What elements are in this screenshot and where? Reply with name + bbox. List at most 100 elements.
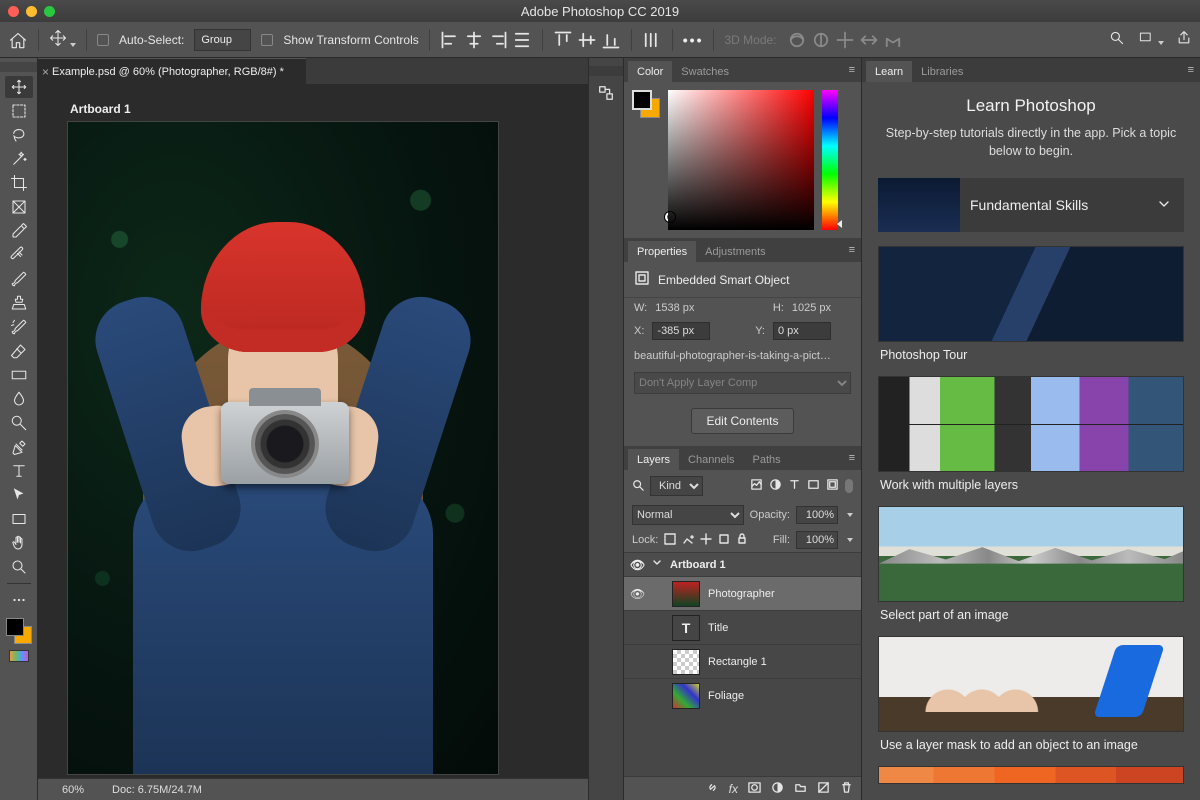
learn-accordion-fundamental[interactable]: Fundamental Skills: [878, 178, 1184, 232]
zoom-tool[interactable]: [5, 556, 33, 578]
filter-type-icon[interactable]: [788, 478, 801, 494]
trash-icon[interactable]: [840, 781, 853, 797]
layer-photographer[interactable]: 👁 Photographer: [624, 576, 861, 610]
tab-channels[interactable]: Channels: [679, 449, 743, 470]
layer-thumb[interactable]: [672, 581, 700, 607]
tab-libraries[interactable]: Libraries: [912, 61, 972, 82]
blend-mode-select[interactable]: Normal: [632, 505, 744, 525]
history-brush-tool[interactable]: [5, 316, 33, 338]
move-tool-icon[interactable]: [49, 29, 76, 50]
edit-toolbar[interactable]: [5, 589, 33, 611]
filter-pixel-icon[interactable]: [750, 478, 763, 494]
layer-foliage[interactable]: Foliage: [624, 678, 861, 712]
doc-size[interactable]: Doc: 6.75M/24.7M: [112, 784, 202, 796]
share-icon[interactable]: [1176, 30, 1192, 49]
tab-swatches[interactable]: Swatches: [672, 61, 738, 82]
search-icon[interactable]: [1109, 30, 1125, 49]
canvas[interactable]: [68, 122, 498, 774]
home-button[interactable]: [8, 31, 28, 49]
filter-search-icon[interactable]: [632, 479, 644, 494]
align-bottom-icon[interactable]: [601, 30, 621, 50]
layer-fx-icon[interactable]: fx: [729, 782, 738, 796]
layer-filter-kind[interactable]: Kind: [650, 476, 703, 496]
learn-tile-mask[interactable]: Use a layer mask to add an object to an …: [878, 636, 1184, 752]
layer-title[interactable]: T Title: [624, 610, 861, 644]
layer-mask-icon[interactable]: [748, 781, 761, 797]
3d-roll-icon[interactable]: [811, 30, 831, 50]
auto-select-checkbox[interactable]: [97, 34, 109, 46]
layer-thumb[interactable]: [672, 683, 700, 709]
opacity-input[interactable]: [796, 506, 838, 524]
more-options-icon[interactable]: •••: [683, 32, 704, 48]
adjustment-layer-icon[interactable]: [771, 781, 784, 797]
align-left-icon[interactable]: [440, 30, 460, 50]
marquee-tool[interactable]: [5, 100, 33, 122]
zoom-level[interactable]: 60%: [62, 784, 84, 796]
tab-properties[interactable]: Properties: [628, 241, 696, 262]
magic-wand-tool[interactable]: [5, 148, 33, 170]
lock-image-icon[interactable]: [682, 533, 694, 548]
link-layers-icon[interactable]: [706, 781, 719, 797]
filter-smart-icon[interactable]: [826, 478, 839, 494]
layer-thumb[interactable]: T: [672, 615, 700, 641]
screen-mode-icon[interactable]: [1137, 31, 1164, 48]
prop-x-input[interactable]: [652, 322, 710, 340]
align-hcenter-icon[interactable]: [464, 30, 484, 50]
eyedropper-tool[interactable]: [5, 220, 33, 242]
visibility-icon[interactable]: 👁: [630, 558, 644, 572]
filter-shape-icon[interactable]: [807, 478, 820, 494]
color-swatch[interactable]: [6, 618, 32, 644]
document-tab[interactable]: × Example.psd @ 60% (Photographer, RGB/8…: [38, 58, 306, 84]
move-tool[interactable]: [5, 76, 33, 98]
auto-select-target[interactable]: Group: [194, 29, 251, 51]
clone-stamp-tool[interactable]: [5, 292, 33, 314]
pen-tool[interactable]: [5, 436, 33, 458]
filter-toggle[interactable]: [845, 479, 853, 493]
window-close[interactable]: [8, 6, 19, 17]
blur-tool[interactable]: [5, 388, 33, 410]
fill-input[interactable]: [796, 531, 838, 549]
window-zoom[interactable]: [44, 6, 55, 17]
lock-position-icon[interactable]: [700, 533, 712, 548]
layer-artboard[interactable]: 👁 Artboard 1: [624, 552, 861, 576]
new-layer-icon[interactable]: [817, 781, 830, 797]
frame-tool[interactable]: [5, 196, 33, 218]
learn-tile-layers[interactable]: Work with multiple layers: [878, 376, 1184, 492]
3d-orbit-icon[interactable]: [787, 30, 807, 50]
dodge-tool[interactable]: [5, 412, 33, 434]
type-tool[interactable]: [5, 460, 33, 482]
show-transform-checkbox[interactable]: [261, 34, 273, 46]
rectangle-tool[interactable]: [5, 508, 33, 530]
lock-all-icon[interactable]: [736, 533, 748, 548]
lock-artboard-icon[interactable]: [718, 533, 730, 548]
layer-rectangle[interactable]: Rectangle 1: [624, 644, 861, 678]
distribute-h-icon[interactable]: [512, 30, 532, 50]
brush-tool[interactable]: [5, 268, 33, 290]
align-right-icon[interactable]: [488, 30, 508, 50]
panel-menu-icon[interactable]: ≡: [849, 64, 855, 76]
color-field[interactable]: [668, 90, 814, 230]
3d-slide-icon[interactable]: [859, 30, 879, 50]
tab-color[interactable]: Color: [628, 61, 672, 82]
panel-menu-icon[interactable]: ≡: [1188, 64, 1194, 76]
crop-tool[interactable]: [5, 172, 33, 194]
layer-comp-select[interactable]: Don't Apply Layer Comp: [634, 372, 851, 394]
learn-tile-tour[interactable]: Photoshop Tour: [878, 246, 1184, 362]
color-foreground-background[interactable]: [632, 90, 660, 118]
edit-contents-button[interactable]: Edit Contents: [691, 408, 793, 434]
3d-pan-icon[interactable]: [835, 30, 855, 50]
filter-adjust-icon[interactable]: [769, 478, 782, 494]
layer-group-icon[interactable]: [794, 781, 807, 797]
chevron-down-icon[interactable]: [652, 558, 662, 571]
healing-tool[interactable]: [5, 244, 33, 266]
eraser-tool[interactable]: [5, 340, 33, 362]
panel-grip[interactable]: [589, 66, 623, 76]
lasso-tool[interactable]: [5, 124, 33, 146]
history-panel-icon[interactable]: [595, 82, 617, 104]
quick-mask-toggle[interactable]: [9, 650, 29, 662]
align-to-icon[interactable]: [642, 30, 662, 50]
align-top-icon[interactable]: [553, 30, 573, 50]
panel-grip[interactable]: [0, 62, 37, 72]
panel-menu-icon[interactable]: ≡: [849, 452, 855, 464]
visibility-icon[interactable]: 👁: [630, 587, 644, 601]
